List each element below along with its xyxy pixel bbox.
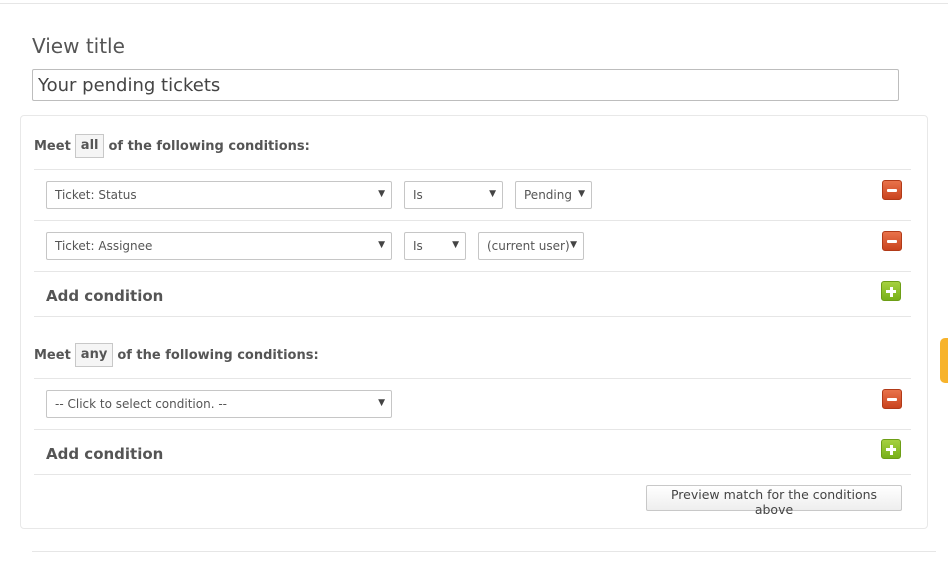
divider	[34, 429, 911, 430]
side-feedback-tab[interactable]	[940, 338, 948, 383]
divider	[34, 271, 911, 272]
minus-icon	[887, 397, 897, 401]
minus-icon	[887, 239, 897, 243]
add-condition-button[interactable]	[881, 439, 901, 459]
caret-down-icon: ▼	[378, 240, 385, 250]
view-title-input[interactable]	[32, 69, 899, 101]
divider	[34, 169, 911, 170]
view-title-label: View title	[32, 34, 125, 58]
add-condition-link[interactable]: Add condition	[46, 287, 163, 305]
divider	[34, 474, 911, 475]
meet-all-suffix: of the following conditions:	[108, 138, 310, 154]
add-condition-button[interactable]	[881, 281, 901, 301]
condition-operator-select[interactable]: Is ▼	[404, 181, 503, 209]
meet-any-suffix: of the following conditions:	[117, 347, 319, 363]
condition-operator-select[interactable]: Is ▼	[404, 232, 466, 260]
minus-icon	[887, 188, 897, 192]
condition-operator-value: Is	[413, 239, 423, 253]
condition-field-value: -- Click to select condition. --	[55, 397, 227, 411]
condition-field-select[interactable]: -- Click to select condition. -- ▼	[46, 390, 392, 418]
remove-condition-button[interactable]	[882, 180, 902, 200]
condition-field-select[interactable]: Ticket: Status ▼	[46, 181, 392, 209]
condition-value-select[interactable]: Pending ▼	[515, 181, 592, 209]
condition-field-value: Ticket: Assignee	[55, 239, 153, 253]
divider	[34, 220, 911, 221]
meet-any-line: Meet any of the following conditions:	[34, 343, 319, 367]
caret-down-icon: ▼	[378, 398, 385, 408]
match-any-toggle[interactable]: any	[74, 343, 114, 367]
meet-all-line: Meet all of the following conditions:	[34, 134, 310, 158]
condition-field-select[interactable]: Ticket: Assignee ▼	[46, 232, 392, 260]
condition-value-text: Pending	[524, 188, 572, 202]
caret-down-icon: ▼	[489, 189, 496, 199]
caret-down-icon: ▼	[570, 240, 577, 250]
divider	[34, 378, 911, 379]
bottom-divider	[32, 551, 936, 552]
caret-down-icon: ▼	[452, 240, 459, 250]
match-all-toggle[interactable]: all	[74, 134, 105, 158]
meet-any-prefix: Meet	[34, 347, 71, 363]
condition-field-value: Ticket: Status	[55, 188, 137, 202]
divider	[34, 316, 911, 317]
caret-down-icon: ▼	[378, 189, 385, 199]
conditions-panel	[20, 115, 928, 529]
top-divider	[0, 3, 948, 4]
remove-condition-button[interactable]	[882, 231, 902, 251]
condition-value-select[interactable]: (current user) ▼	[478, 232, 584, 260]
remove-condition-button[interactable]	[882, 389, 902, 409]
add-condition-link[interactable]: Add condition	[46, 445, 163, 463]
condition-value-text: (current user)	[487, 239, 570, 253]
preview-match-button[interactable]: Preview match for the conditions above	[646, 485, 902, 517]
caret-down-icon: ▼	[578, 189, 585, 199]
meet-all-prefix: Meet	[34, 138, 71, 154]
condition-operator-value: Is	[413, 188, 423, 202]
